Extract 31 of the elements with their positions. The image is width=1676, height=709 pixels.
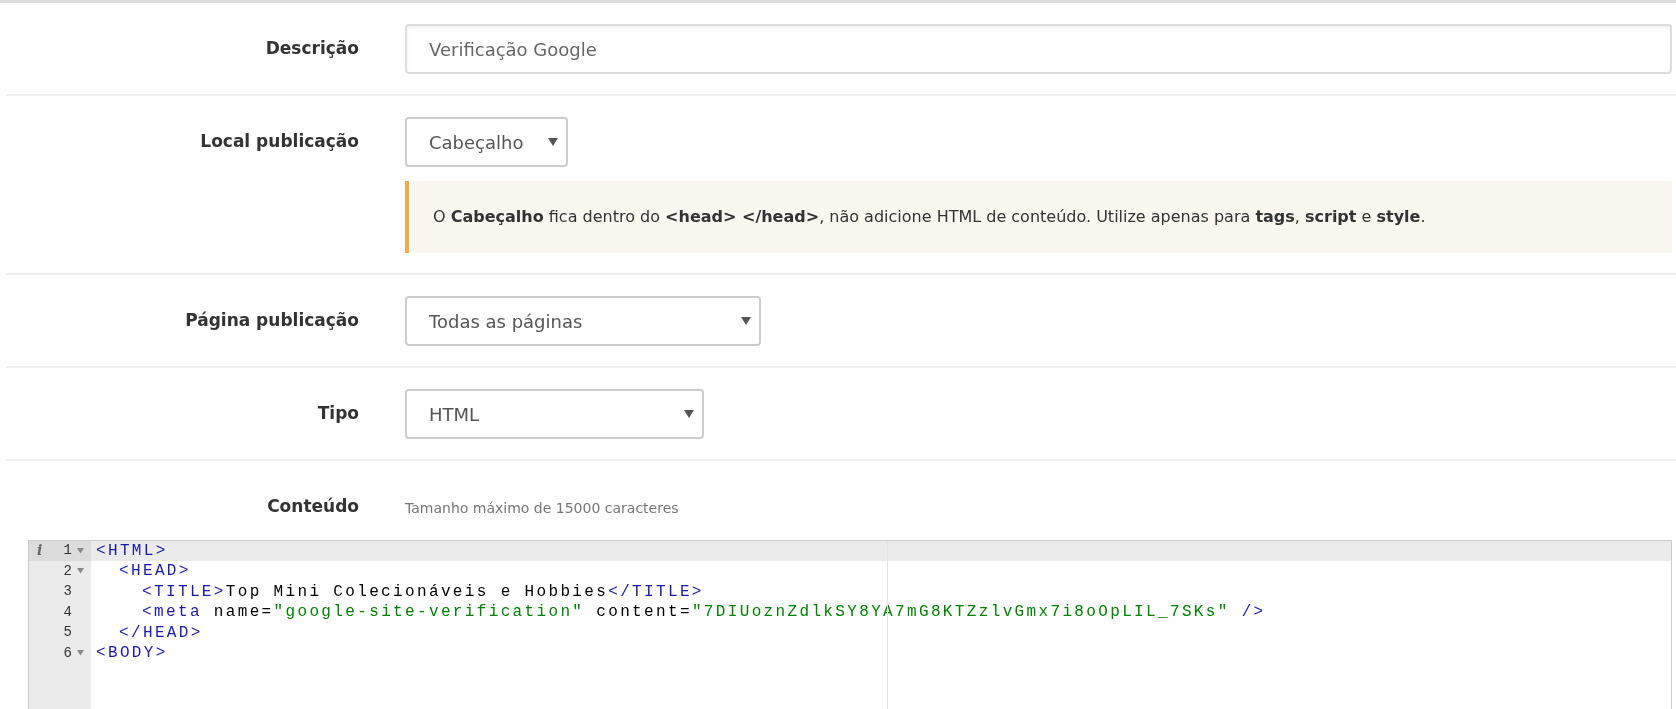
info-marker[interactable]: i <box>29 540 43 562</box>
dropdown[interactable]: Todas as páginas <box>405 296 761 346</box>
line-number: 5 <box>63 623 72 643</box>
field-label: Descrição <box>265 37 359 60</box>
dropdown[interactable]: HTML <box>405 389 704 439</box>
code-line: </HEAD> <box>119 623 203 642</box>
code-line: <HTML> <box>96 541 168 560</box>
field-label: Página publicação <box>185 309 359 332</box>
hint-text: Tamanho máximo de 15000 caracteres <box>405 500 679 516</box>
caret-icon <box>741 317 751 325</box>
dropdown[interactable]: Cabeçalho <box>405 117 568 167</box>
line-number: 3 <box>63 582 72 602</box>
code-line: <HEAD> <box>119 562 191 580</box>
fold-icon[interactable] <box>77 568 84 575</box>
field-label: Conteúdo <box>267 495 359 518</box>
line-number: 2 <box>63 561 72 581</box>
info-note: O Cabeçalho fica dentro do <head> </head>, não adicione HTML de conteúdo. Utilize apenas para tags, script e style. <box>405 181 1672 253</box>
code-line: <BODY> <box>96 644 168 662</box>
caret-icon <box>684 410 694 418</box>
text-field[interactable]: Verificação Google <box>405 24 1672 74</box>
caret-icon <box>548 138 558 146</box>
fold-icon[interactable] <box>77 547 84 554</box>
code-editor[interactable]: i 1 2 3 4 5 6 <HTML> <HEAD> <TITLE>Top Mini Colecionáveis e Hobbies</TITLE> <meta name="google-site-verification" content="7DIUoznZdlkSY8YA7mG8KTZzlvGmx7i8oOpLIL_7SKs" /> </HEAD> <BODY> <box>28 539 1672 709</box>
line-number: 4 <box>63 602 72 622</box>
fold-icon[interactable] <box>77 650 84 657</box>
code-line: <TITLE>Top Mini Colecionáveis e Hobbies</TITLE> <box>142 582 704 601</box>
line-number: 6 <box>63 643 72 663</box>
field-label: Local publicação <box>200 130 359 153</box>
code-line: <meta name="google-site-verification" content="7DIUoznZdlkSY8YA7mG8KTZzlvGmx7i8oOpLIL_7SKs" /> <box>142 603 1266 621</box>
field-label: Tipo <box>317 402 359 425</box>
line-number: 1 <box>63 541 72 561</box>
